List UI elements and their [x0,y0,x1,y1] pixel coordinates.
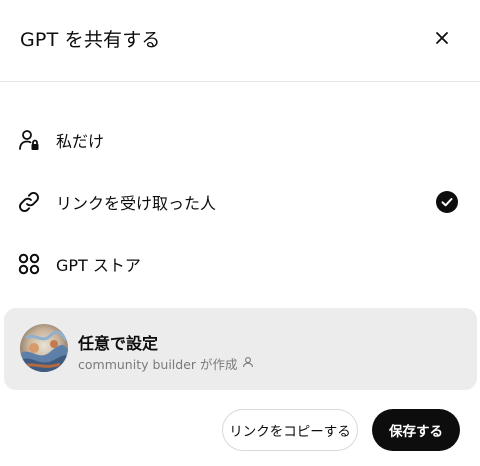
category-card-title: 任意で設定 [78,334,159,353]
grid-dots-icon [16,251,42,277]
link-icon [16,189,42,215]
option-anyone-with-link[interactable]: リンクを受け取った人 [0,180,480,224]
copy-link-button[interactable]: リンクをコピーする [222,409,358,451]
save-button[interactable]: 保存する [372,409,460,451]
option-label: GPT ストア [56,256,141,275]
gpt-avatar [20,324,68,372]
dialog-header: GPT を共有する [0,0,480,82]
close-button[interactable] [428,24,456,52]
person-icon [242,356,254,371]
category-card[interactable]: 任意で設定 community builder が作成 [4,308,477,390]
option-label: リンクを受け取った人 [56,194,217,213]
checkmark-icon [436,191,458,213]
option-label: 私だけ [56,132,105,151]
close-icon [436,32,448,44]
category-card-subtitle: community builder が作成 [78,354,254,373]
user-lock-icon [16,127,42,153]
option-gpt-store[interactable]: GPT ストア [0,242,480,286]
dialog-title: GPT を共有する [20,29,161,51]
author-text: community builder が作成 [78,357,238,372]
option-only-me[interactable]: 私だけ [0,118,480,162]
